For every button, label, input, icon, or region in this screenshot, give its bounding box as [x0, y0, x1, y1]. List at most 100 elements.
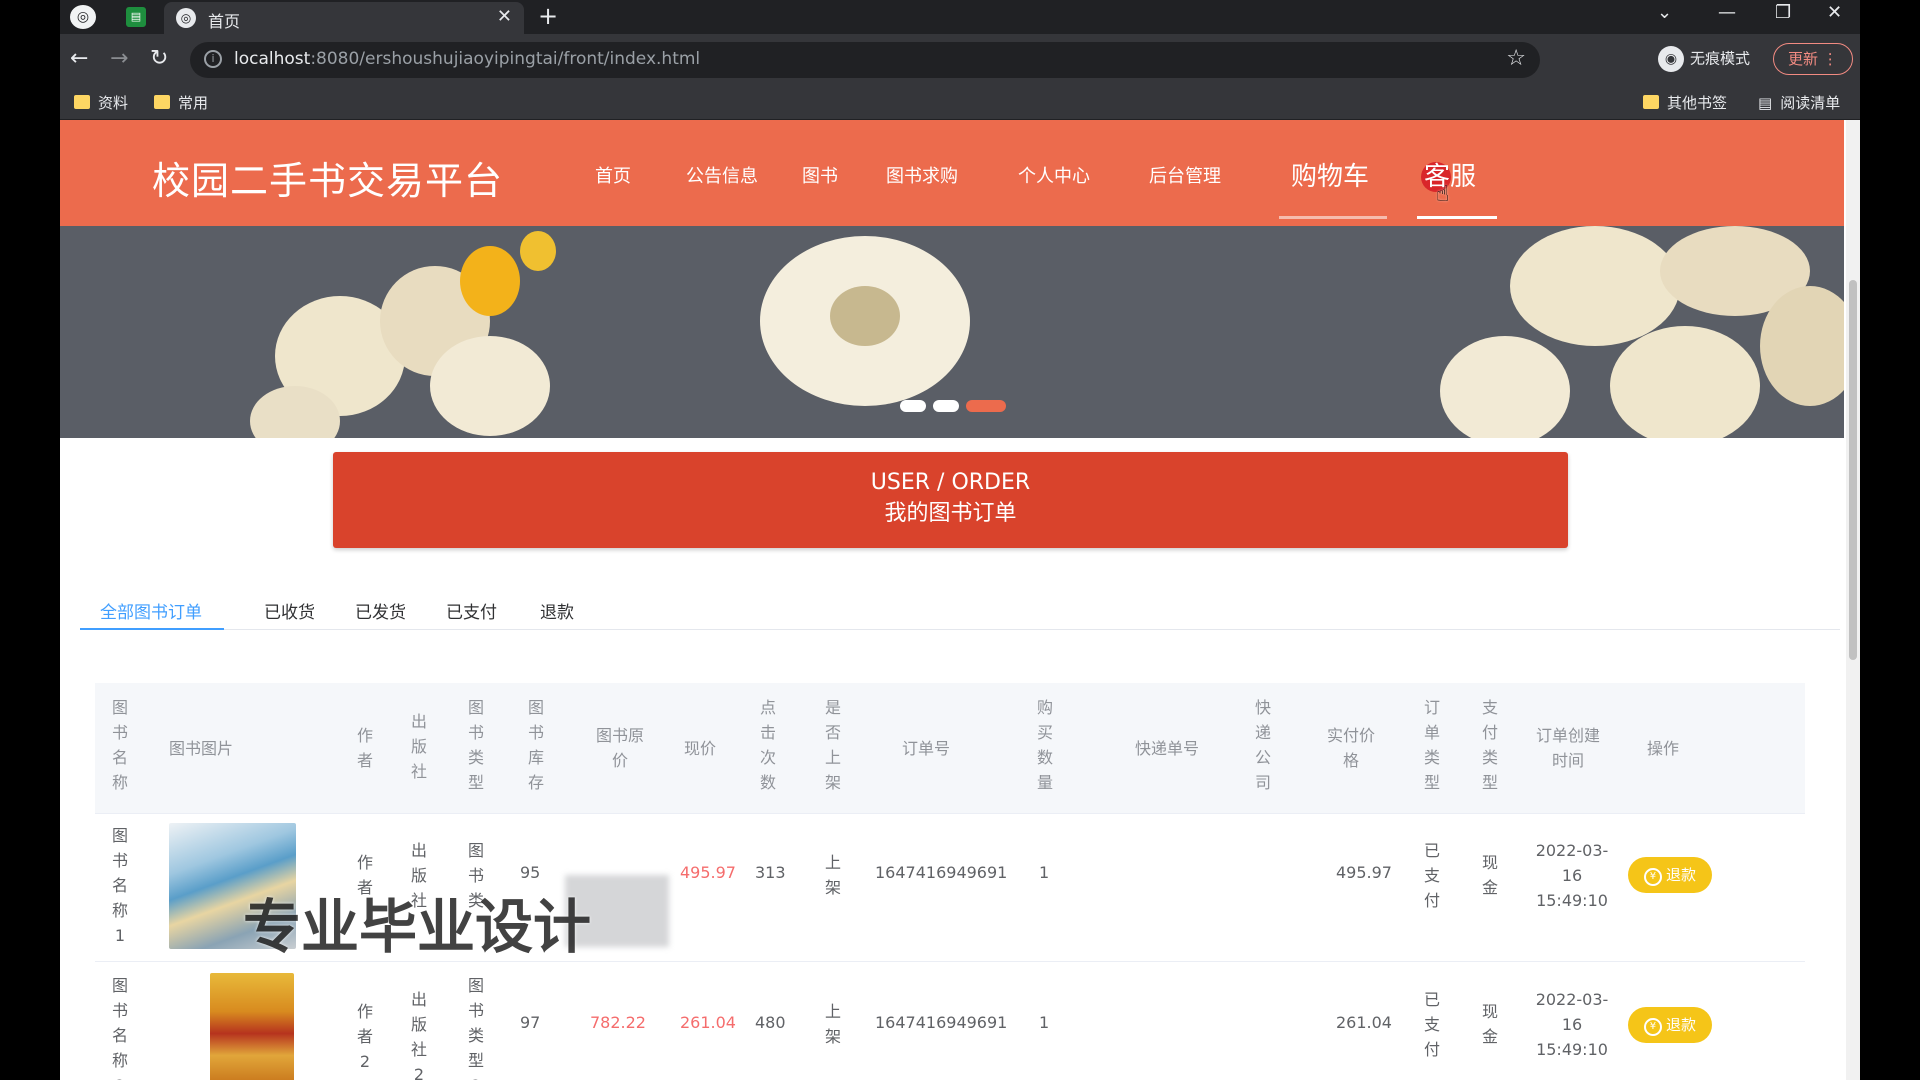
nav-underline-cart: [1279, 216, 1387, 219]
flower-image: [1610, 326, 1760, 438]
section-title-en: USER / ORDER: [870, 470, 1031, 495]
row1-name: 图书名称1: [111, 826, 128, 945]
row-divider: [95, 813, 1805, 814]
col-publisher: 出版社: [410, 712, 427, 781]
banner-carousel[interactable]: [60, 226, 1844, 438]
browser-window: ◎ ▤ ◎ 首页 ✕ + ⌄ — ❐ ✕ ← → ↻ i localhost:8…: [60, 0, 1860, 1080]
col-price: 现价: [684, 739, 717, 758]
reading-list[interactable]: ▤ 阅读清单: [1758, 92, 1840, 113]
row2-author: 作者2: [356, 1002, 373, 1071]
sheets-tab-icon[interactable]: ▤: [126, 7, 146, 27]
col-order-no: 订单号: [902, 739, 951, 758]
nav-personal-center[interactable]: 个人中心: [1018, 162, 1090, 188]
row2-orig-price: 782.22: [590, 1013, 646, 1032]
other-bookmarks[interactable]: 其他书签: [1643, 92, 1727, 113]
nav-book-requests[interactable]: 图书求购: [886, 162, 958, 188]
tab-refund[interactable]: 退款: [540, 598, 574, 640]
nav-customer-service[interactable]: 客服: [1424, 156, 1476, 193]
watermark-text: 专业毕业设计: [243, 893, 592, 961]
nav-underline-service: [1417, 216, 1497, 219]
row2-publisher: 出版社2: [410, 990, 427, 1080]
nav-cart[interactable]: 购物车: [1291, 156, 1369, 193]
flower-image: [460, 246, 520, 316]
restore-icon[interactable]: ❐: [1775, 2, 1791, 23]
bookmarks-bar: 资料 常用 其他书签 ▤ 阅读清单: [60, 86, 1860, 120]
tab-shipped[interactable]: 已发货: [355, 598, 406, 640]
nav-home[interactable]: 首页: [595, 162, 631, 188]
site-brand[interactable]: 校园二手书交易平台: [152, 150, 503, 205]
folder-icon: [74, 95, 90, 109]
carousel-dot-1[interactable]: [900, 400, 926, 412]
update-button[interactable]: 更新 ⋮: [1773, 43, 1853, 75]
col-author: 作者: [356, 726, 373, 770]
row2-paid: 261.04: [1336, 1013, 1392, 1032]
row2-created: 2022-03-16 15:49:10: [1535, 990, 1609, 1059]
tab-title: 首页: [208, 12, 241, 31]
col-created: 订单创建时间: [1535, 726, 1600, 770]
url-text[interactable]: localhost:8080/ershoushujiaoyipingtai/fr…: [234, 49, 700, 69]
incognito-indicator[interactable]: ◉ 无痕模式: [1658, 46, 1750, 72]
browser-tab-active[interactable]: ◎ 首页 ✕: [164, 2, 524, 34]
table-header: 图书名称 图书图片 作者 出版社 图书类型 图书库存 图书原价 现价 点击次数 …: [95, 683, 1805, 813]
row1-refund-button[interactable]: ¥ 退款: [1628, 857, 1712, 893]
section-title-cn: 我的图书订单: [884, 501, 1017, 526]
col-orig-price: 图书原价: [595, 726, 644, 770]
tab-search-icon[interactable]: ⌄: [1657, 2, 1672, 23]
col-paid: 实付价格: [1326, 726, 1375, 770]
site-info-icon[interactable]: i: [204, 50, 222, 68]
incognito-icon: ◉: [1658, 46, 1684, 72]
row2-order-no: 1647416949691: [875, 1013, 1008, 1032]
nav-books[interactable]: 图书: [802, 162, 838, 188]
carousel-dot-3-active[interactable]: [966, 400, 1006, 412]
row1-order-type: 已支付: [1423, 841, 1440, 910]
kebab-menu-icon: ⋮: [1822, 50, 1838, 68]
row2-stock: 97: [520, 1013, 541, 1032]
col-onsale: 是否上架: [824, 698, 841, 792]
address-bar[interactable]: i localhost:8080/ershoushujiaoyipingtai/…: [190, 42, 1540, 78]
col-name: 图书名称: [111, 698, 128, 792]
row2-clicks: 480: [755, 1013, 786, 1032]
close-window-icon[interactable]: ✕: [1827, 2, 1842, 23]
bookmark-folder-1[interactable]: 资料: [74, 92, 128, 113]
row1-paid: 495.97: [1336, 863, 1392, 882]
reload-icon[interactable]: ↻: [150, 46, 168, 71]
refund-icon: ¥: [1643, 868, 1662, 886]
site-header: 校园二手书交易平台 首页 公告信息 图书 图书求购 个人中心 后台管理 购物车 …: [60, 120, 1844, 226]
nav-admin[interactable]: 后台管理: [1149, 162, 1221, 188]
row2-refund-button[interactable]: ¥ 退款: [1628, 1007, 1712, 1043]
carousel-dot-2[interactable]: [933, 400, 959, 412]
row2-order-type: 已支付: [1423, 990, 1440, 1059]
row1-pay-type: 现金: [1481, 853, 1498, 897]
refund-icon: ¥: [1643, 1018, 1662, 1036]
nav-announcements[interactable]: 公告信息: [686, 162, 758, 188]
row2-book-image[interactable]: [210, 973, 294, 1080]
row2-price: 261.04: [680, 1013, 736, 1032]
globe-icon[interactable]: ◎: [70, 5, 96, 29]
row2-qty: 1: [1039, 1013, 1050, 1032]
folder-icon: [1643, 95, 1659, 109]
order-tabs: 全部图书订单 已收货 已发货 已支付 退款: [80, 588, 1840, 630]
tab-all-orders[interactable]: 全部图书订单: [100, 598, 202, 640]
browser-toolbar: ← → ↻ i localhost:8080/ershoushujiaoyipi…: [60, 34, 1860, 86]
bookmark-folder-2[interactable]: 常用: [154, 92, 208, 113]
back-icon[interactable]: ←: [70, 46, 88, 71]
flower-image: [830, 286, 900, 346]
new-tab-icon[interactable]: +: [538, 2, 558, 30]
page-scrollbar[interactable]: [1846, 120, 1860, 1080]
close-tab-icon[interactable]: ✕: [497, 6, 512, 27]
folder-icon: [154, 95, 170, 109]
browser-titlebar: ◎ ▤ ◎ 首页 ✕ + ⌄ — ❐ ✕: [60, 0, 1860, 34]
col-order-type: 订单类型: [1423, 698, 1440, 792]
col-pay-type: 支付类型: [1481, 698, 1498, 792]
forward-icon[interactable]: →: [110, 46, 128, 71]
minimize-icon[interactable]: —: [1718, 2, 1736, 23]
globe-icon: ◎: [176, 8, 196, 28]
tab-received[interactable]: 已收货: [264, 598, 315, 640]
hand-cursor-icon: ☝: [1436, 182, 1450, 207]
flower-image: [1510, 226, 1680, 346]
bookmark-star-icon[interactable]: ☆: [1506, 46, 1526, 71]
tab-paid[interactable]: 已支付: [446, 598, 497, 640]
scrollbar-thumb[interactable]: [1849, 280, 1857, 660]
flower-image: [1760, 286, 1844, 406]
flower-image: [520, 231, 556, 271]
